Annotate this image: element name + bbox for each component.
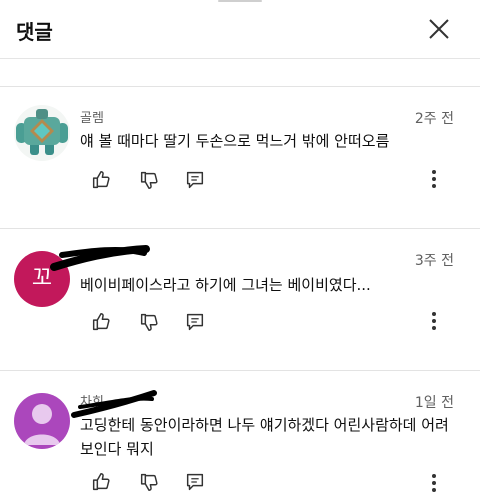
redaction-scribble <box>50 245 150 271</box>
avatar[interactable] <box>14 393 70 449</box>
comment-text: 베이비페이스라고 하기에 그녀는 베이비였다... <box>80 276 371 294</box>
comment-timestamp: 3주 전 <box>414 253 454 269</box>
golem-avatar-icon <box>14 105 70 161</box>
comment-item: 꼬 3주 전 베이비페이스라고 하기에 그녀는 베이비였다... <box>0 229 480 369</box>
comment-timestamp: 1일 전 <box>414 395 454 411</box>
more-options-icon[interactable] <box>424 167 444 191</box>
comment-text: 얘 볼 때마다 딸기 두손으로 먹느거 밖에 안떠오름 <box>80 132 390 150</box>
dislike-icon[interactable] <box>138 471 160 493</box>
dislike-icon[interactable] <box>138 169 160 191</box>
comments-header: 댓글 <box>0 0 480 59</box>
default-user-icon <box>24 404 60 445</box>
dislike-icon[interactable] <box>138 311 160 333</box>
reply-icon[interactable] <box>184 471 206 493</box>
comment-item: 차희 1일 전 고딩한테 동안이라하면 나두 얘기하겠다 어린사람하데 어려보인… <box>0 371 480 492</box>
reply-icon[interactable] <box>184 169 206 191</box>
close-icon[interactable] <box>424 14 454 44</box>
like-icon[interactable] <box>90 169 112 191</box>
avatar[interactable] <box>14 105 70 161</box>
like-icon[interactable] <box>90 311 112 333</box>
more-options-icon[interactable] <box>424 471 444 495</box>
comment-author[interactable]: 골렘 <box>80 107 104 126</box>
more-options-icon[interactable] <box>424 309 444 333</box>
comment-item: 골렘 2주 전 얘 볼 때마다 딸기 두손으로 먹느거 밖에 안떠오름 <box>0 87 480 227</box>
page-title: 댓글 <box>16 20 53 44</box>
reply-icon[interactable] <box>184 311 206 333</box>
comment-timestamp: 2주 전 <box>414 111 454 127</box>
comment-text: 고딩한테 동안이라하면 나두 얘기하겠다 어린사람하데 어려보인다 뭐지 <box>80 416 449 458</box>
like-icon[interactable] <box>90 471 112 493</box>
